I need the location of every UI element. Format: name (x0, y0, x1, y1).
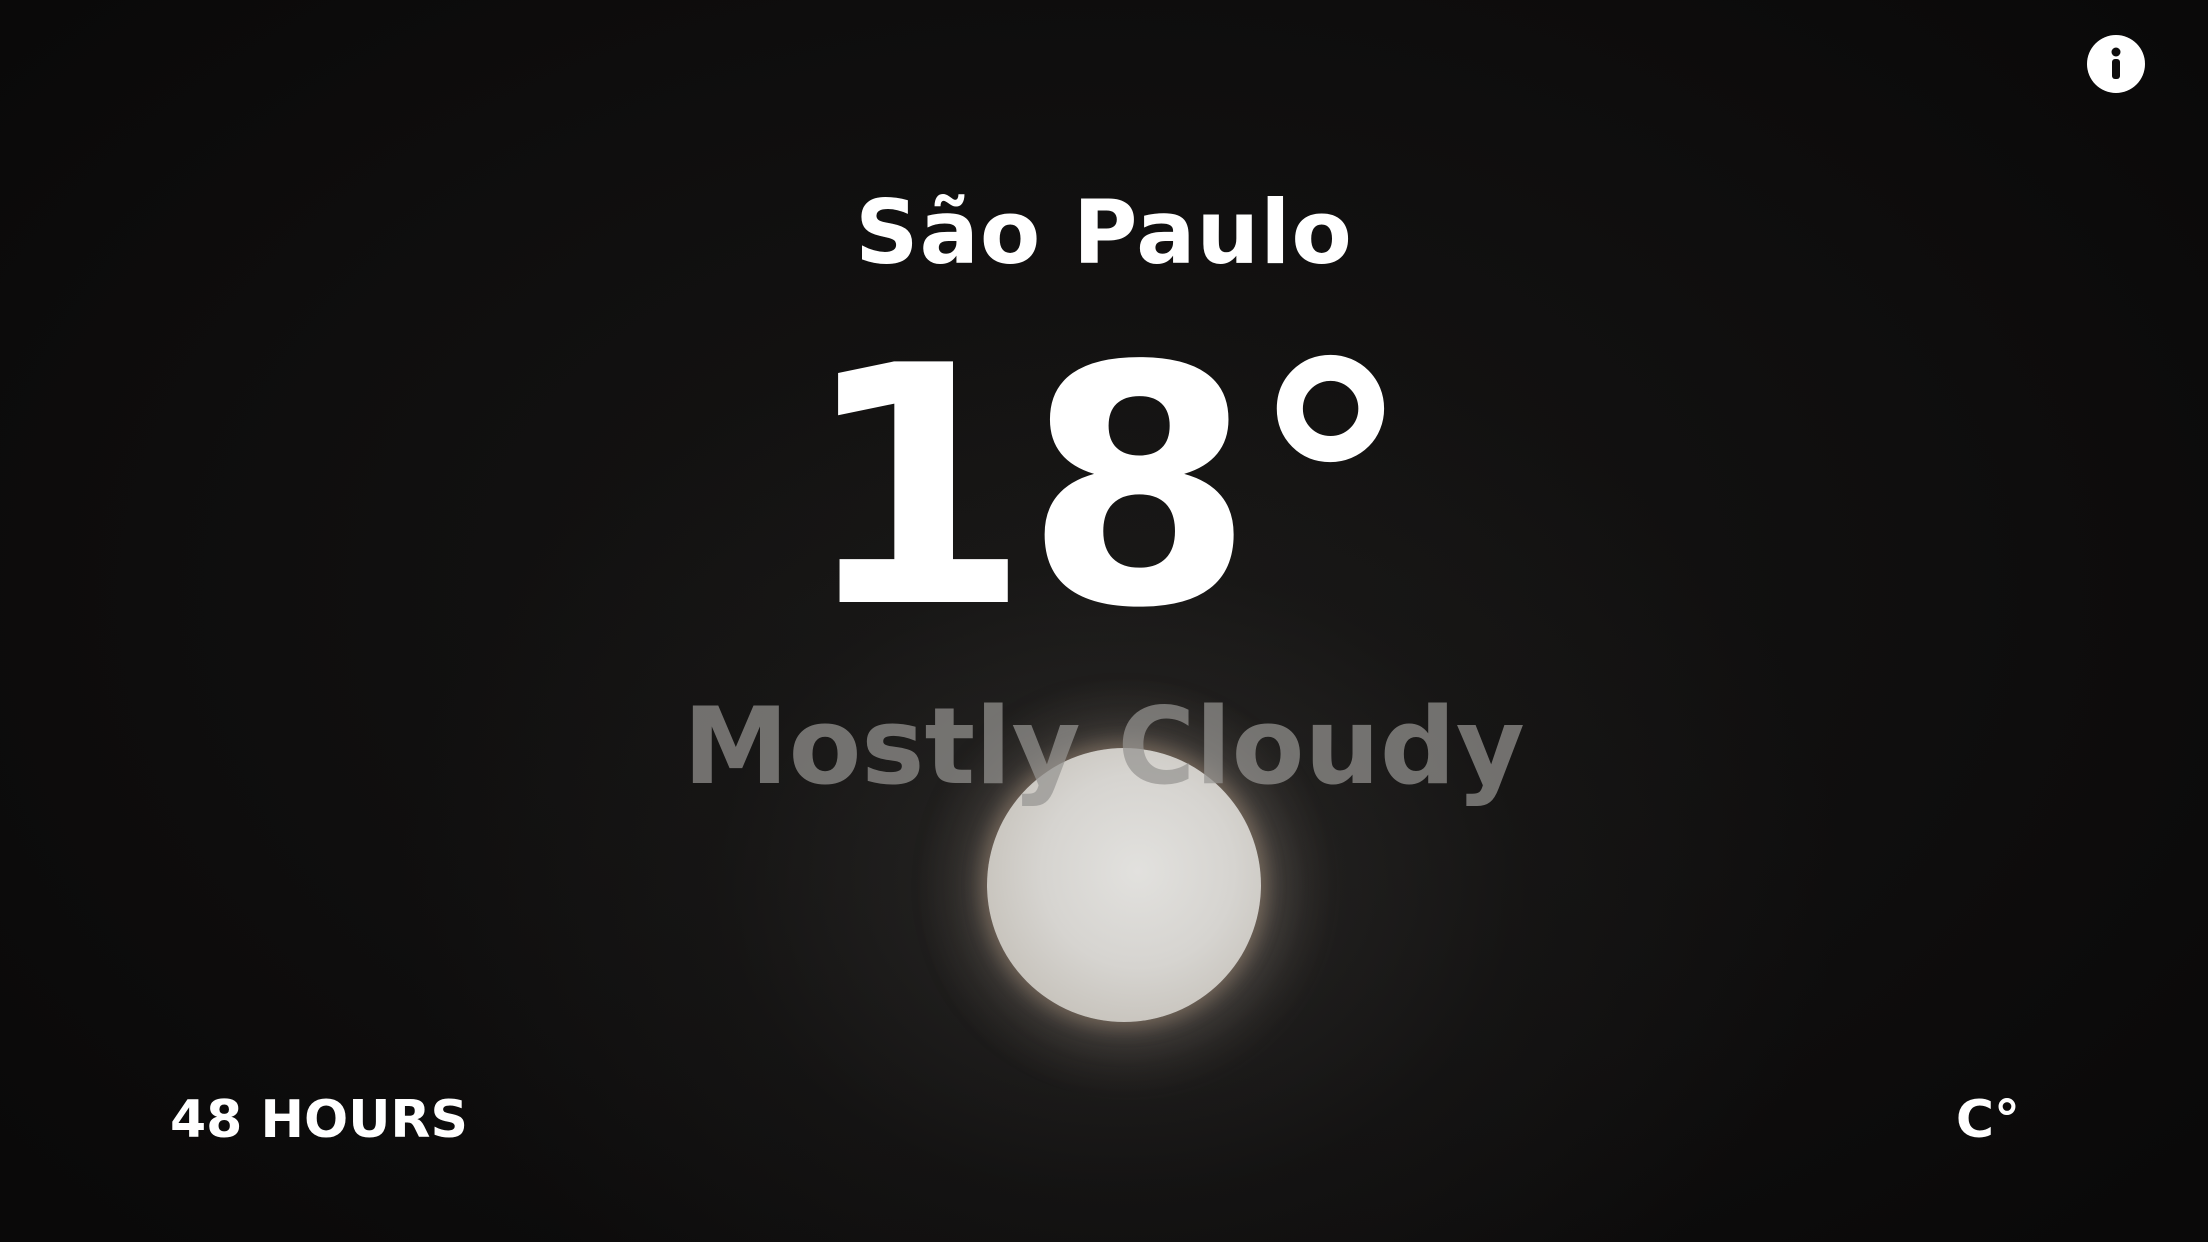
info-button[interactable] (2087, 35, 2145, 93)
city-name: São Paulo (855, 181, 1353, 284)
weather-screen: São Paulo 18° Mostly Cloudy 48 HOURS C° (0, 0, 2208, 1242)
temperature-unit-toggle[interactable]: C° (1956, 1088, 2020, 1152)
info-icon (2111, 47, 2121, 79)
current-temperature: 18° (800, 296, 1413, 680)
forecast-48-hours-button[interactable]: 48 HOURS (170, 1088, 468, 1152)
weather-condition: Mostly Cloudy (683, 685, 1525, 808)
